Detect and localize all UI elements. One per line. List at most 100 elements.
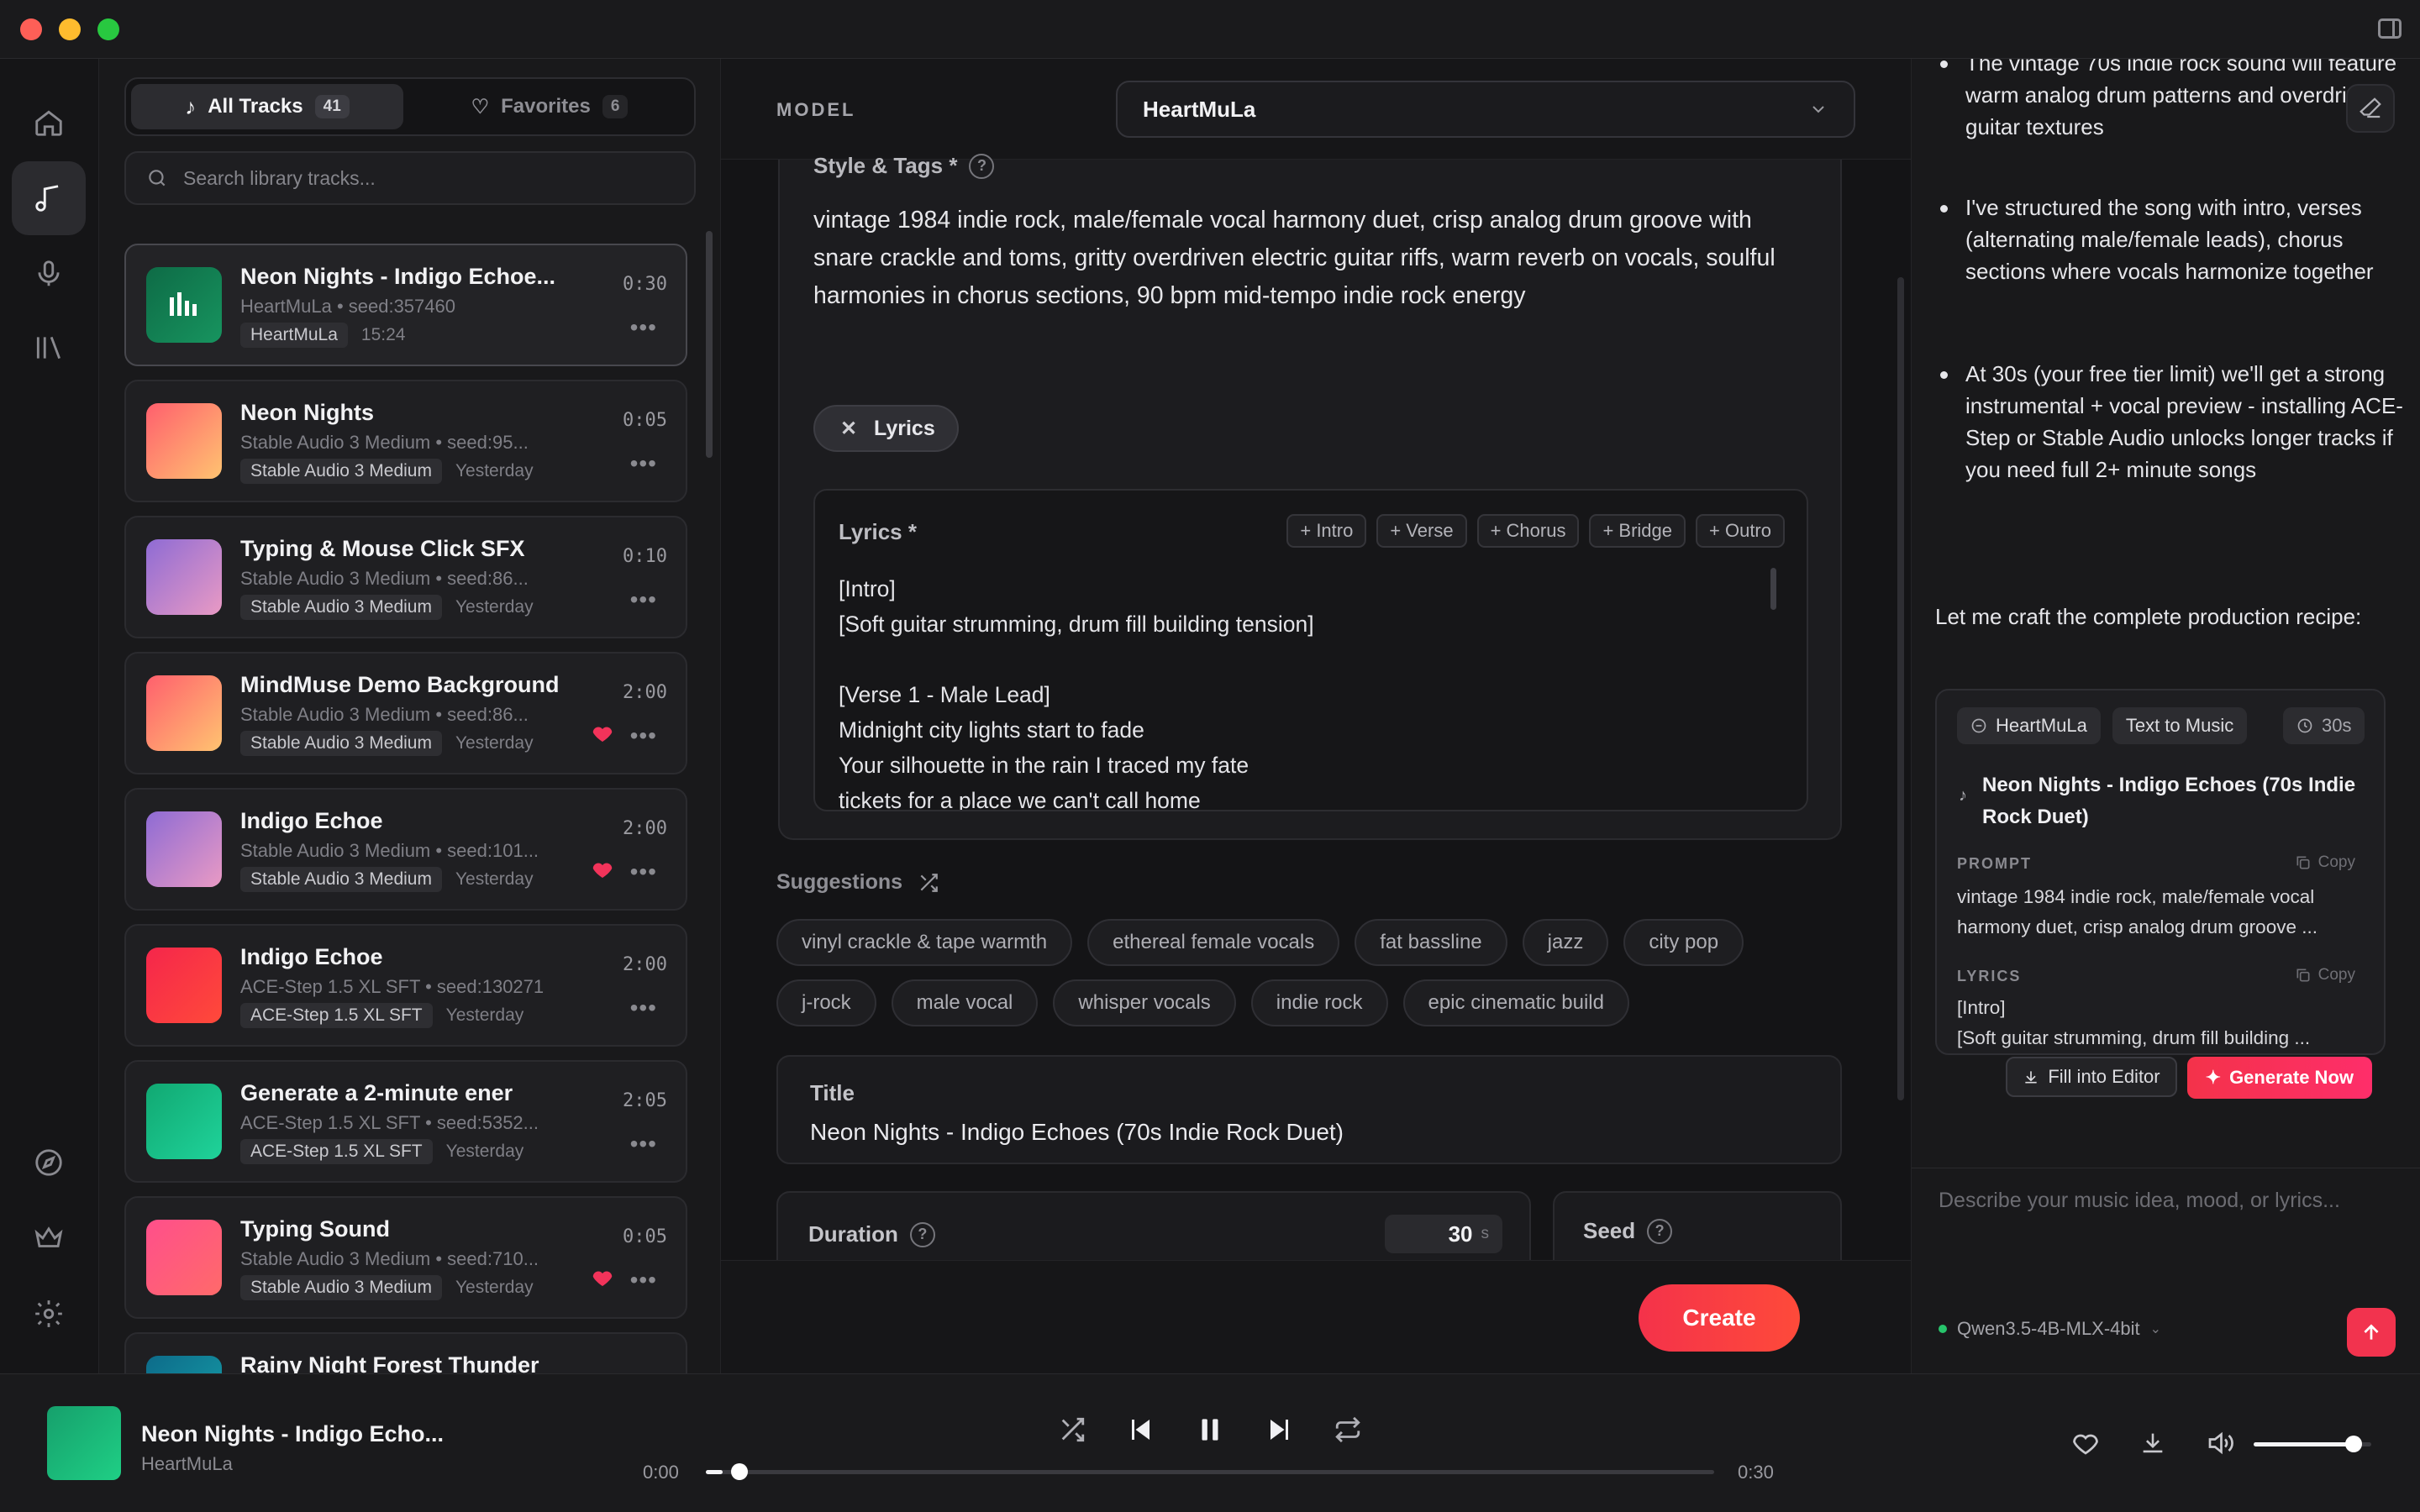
shuffle-button[interactable]	[1052, 1410, 1092, 1450]
track-artwork[interactable]	[146, 539, 222, 615]
title-bar	[0, 0, 2420, 59]
more-options-icon[interactable]: •••	[630, 722, 657, 749]
rail-premium-button[interactable]	[12, 1201, 86, 1275]
track-card[interactable]: Indigo Echoe Stable Audio 3 Medium • seed…	[124, 788, 687, 911]
create-button[interactable]: Create	[1639, 1284, 1800, 1352]
recipe-model-tag: HeartMuLa	[1957, 707, 2101, 744]
next-button[interactable]	[1260, 1410, 1301, 1450]
suggestion-chip[interactable]: fat bassline	[1355, 919, 1507, 966]
volume-slider[interactable]	[2254, 1436, 2371, 1452]
editor-scrollbar[interactable]	[1897, 277, 1904, 1100]
suggestion-chip[interactable]: jazz	[1522, 919, 1609, 966]
previous-button[interactable]	[1119, 1410, 1160, 1450]
suggestion-chip[interactable]: ethereal female vocals	[1087, 919, 1340, 966]
add-intro-button[interactable]: + Intro	[1286, 514, 1367, 548]
track-artwork[interactable]	[146, 1356, 222, 1373]
track-card[interactable]: Generate a 2-minute ener ACE-Step 1.5 XL …	[124, 1060, 687, 1183]
volume-knob[interactable]	[2345, 1436, 2362, 1452]
download-button[interactable]	[2136, 1426, 2170, 1460]
suggestion-chip[interactable]: city pop	[1623, 919, 1744, 966]
track-card[interactable]: Neon Nights Stable Audio 3 Medium • seed:…	[124, 380, 687, 502]
track-card[interactable]: Typing Sound Stable Audio 3 Medium • seed…	[124, 1196, 687, 1319]
progress-bar[interactable]	[706, 1463, 1714, 1480]
rail-home-button[interactable]	[12, 86, 86, 160]
track-card[interactable]: Typing & Mouse Click SFX Stable Audio 3 M…	[124, 516, 687, 638]
more-options-icon[interactable]: •••	[630, 1267, 657, 1294]
track-meta: Stable Audio 3 Medium • seed:86...	[240, 568, 529, 589]
heart-filled-icon[interactable]	[590, 1265, 615, 1290]
rail-voice-button[interactable]	[12, 237, 86, 311]
title-label: Title	[810, 1080, 855, 1105]
llm-model-select[interactable]: Qwen3.5-4B-MLX-4bit ⌄	[1939, 1318, 2161, 1340]
tab-all-tracks[interactable]: ♪ All Tracks 41	[131, 84, 403, 129]
more-options-icon[interactable]: •••	[630, 858, 657, 885]
tab-favorites[interactable]: ♡ Favorites 6	[408, 84, 691, 129]
track-card[interactable]: Neon Nights - Indigo Echoe... HeartMuLa •…	[124, 244, 687, 366]
favorite-button[interactable]	[2069, 1426, 2102, 1460]
lyrics-scrollbar[interactable]	[1770, 568, 1776, 610]
send-button[interactable]	[2347, 1308, 2396, 1357]
fill-into-editor-button[interactable]: Fill into Editor	[2006, 1057, 2177, 1097]
progress-knob[interactable]	[731, 1463, 749, 1480]
suggestion-chip[interactable]: male vocal	[891, 979, 1039, 1026]
more-options-icon[interactable]: •••	[630, 586, 657, 613]
track-artwork[interactable]	[146, 675, 222, 751]
more-options-icon[interactable]: •••	[630, 314, 657, 341]
library-search-input[interactable]	[183, 166, 654, 190]
more-options-icon[interactable]: •••	[630, 995, 657, 1021]
rail-library-button[interactable]	[12, 311, 86, 385]
zoom-window-button[interactable]	[97, 18, 119, 40]
track-artwork[interactable]	[146, 1220, 222, 1295]
now-playing-title[interactable]: Neon Nights - Indigo Echo...	[141, 1421, 444, 1447]
more-options-icon[interactable]: •••	[630, 1131, 657, 1158]
lyrics-textarea[interactable]: [Intro] [Soft guitar strumming, drum fil…	[839, 571, 1763, 810]
suggestion-chip[interactable]: whisper vocals	[1053, 979, 1236, 1026]
more-options-icon[interactable]: •••	[630, 450, 657, 477]
model-select[interactable]: HeartMuLa	[1116, 81, 1855, 138]
add-bridge-button[interactable]: + Bridge	[1589, 514, 1686, 548]
suggestion-chip[interactable]: vinyl crackle & tape warmth	[776, 919, 1073, 966]
track-card[interactable]: Rainy Night Forest Thunder	[124, 1332, 687, 1373]
track-artwork[interactable]	[146, 403, 222, 479]
heart-filled-icon[interactable]	[590, 857, 615, 882]
close-window-button[interactable]	[20, 18, 42, 40]
shuffle-icon[interactable]	[918, 872, 939, 894]
volume-button[interactable]	[2203, 1426, 2237, 1460]
clear-chat-button[interactable]	[2346, 84, 2395, 133]
library-scrollbar[interactable]	[706, 231, 713, 458]
track-artwork[interactable]	[146, 1084, 222, 1159]
rail-settings-button[interactable]	[12, 1277, 86, 1351]
track-artwork[interactable]	[146, 811, 222, 887]
track-artwork[interactable]	[146, 948, 222, 1023]
add-verse-button[interactable]: + Verse	[1376, 514, 1467, 548]
model-badge: Stable Audio 3 Medium	[240, 459, 442, 484]
help-icon[interactable]: ?	[1647, 1218, 1673, 1244]
add-outro-button[interactable]: + Outro	[1696, 514, 1785, 548]
rail-explore-button[interactable]	[12, 1126, 86, 1200]
suggestion-chip[interactable]: epic cinematic build	[1402, 979, 1629, 1026]
generate-now-button[interactable]: ✦ Generate Now	[2186, 1057, 2372, 1099]
suggestion-chip[interactable]: j-rock	[776, 979, 876, 1026]
now-playing-artwork[interactable]	[47, 1406, 121, 1480]
track-card[interactable]: Indigo Echoe ACE-Step 1.5 XL SFT • seed:1…	[124, 924, 687, 1047]
suggestion-chip[interactable]: indie rock	[1250, 979, 1388, 1026]
heart-filled-icon[interactable]	[590, 721, 615, 746]
add-chorus-button[interactable]: + Chorus	[1476, 514, 1580, 548]
repeat-button[interactable]	[1328, 1410, 1368, 1450]
copy-lyrics-button[interactable]: Copy	[2295, 966, 2355, 984]
track-card[interactable]: MindMuse Demo Background Stable Audio 3 M…	[124, 652, 687, 774]
help-icon[interactable]: ?	[909, 1221, 935, 1247]
style-tags-input[interactable]: vintage 1984 indie rock, male/female voc…	[813, 202, 1813, 315]
rail-music-button[interactable]	[12, 161, 86, 235]
pause-button[interactable]	[1190, 1410, 1230, 1450]
title-field[interactable]: Title Neon Nights - Indigo Echoes (70s I…	[776, 1055, 1842, 1164]
duration-input[interactable]: 30 s	[1385, 1215, 1502, 1253]
sidebar-toggle-icon[interactable]	[2378, 18, 2402, 39]
copy-prompt-button[interactable]: Copy	[2295, 853, 2355, 872]
help-icon[interactable]: ?	[969, 153, 995, 179]
title-input[interactable]: Neon Nights - Indigo Echoes (70s Indie R…	[810, 1119, 1344, 1146]
lyrics-toggle-chip[interactable]: Lyrics	[813, 405, 959, 452]
minimize-window-button[interactable]	[59, 18, 81, 40]
chat-input[interactable]	[1939, 1189, 2392, 1213]
track-artwork[interactable]	[146, 267, 222, 343]
